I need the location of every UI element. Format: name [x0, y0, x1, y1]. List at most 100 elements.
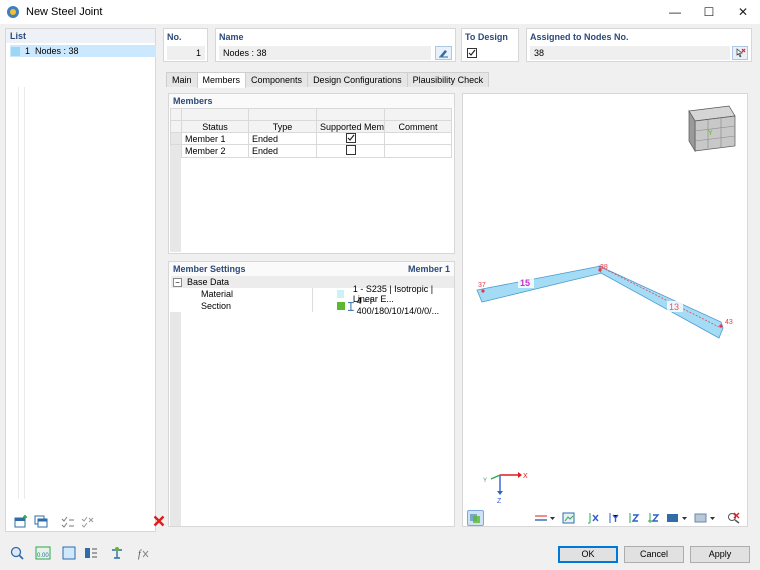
edit-name-icon[interactable]: [435, 46, 452, 60]
member-comment-cell[interactable]: [384, 144, 452, 158]
member-15-shape[interactable]: [476, 265, 603, 303]
row-header-cell: [170, 108, 182, 121]
section-color-swatch: [337, 302, 345, 310]
ok-button[interactable]: OK: [558, 546, 618, 563]
column-header-supported-member[interactable]: Supported Member: [316, 120, 385, 133]
pick-nodes-icon[interactable]: [732, 46, 748, 60]
3d-view-panel[interactable]: Y 37 38 43 15 13 X Z Y: [462, 93, 748, 527]
formula-icon[interactable]: f: [134, 545, 151, 561]
member-type-cell[interactable]: Ended: [248, 144, 317, 158]
group-cell: [181, 108, 249, 121]
group-cell: [384, 108, 452, 121]
member-status-cell: Member 2: [181, 144, 249, 158]
view-minus-z-icon[interactable]: [645, 510, 662, 526]
property-name: Section: [201, 301, 232, 311]
numbering-dropdown-icon[interactable]: [533, 510, 557, 526]
column-header-comment[interactable]: Comment: [384, 120, 452, 133]
member-13-shape[interactable]: [598, 265, 724, 339]
check-all-icon[interactable]: [59, 513, 76, 529]
column-header-type[interactable]: Type: [248, 120, 317, 133]
y-axis-label: Y: [483, 478, 487, 484]
tab-members[interactable]: Members: [196, 72, 247, 88]
column-header-status[interactable]: Status: [181, 120, 249, 133]
minimize-button[interactable]: —: [658, 0, 692, 24]
table-row[interactable]: Member 1 Ended: [170, 132, 452, 145]
supported-member-checkbox[interactable]: [345, 145, 356, 155]
property-name: Material: [201, 289, 234, 299]
render-mode-icon[interactable]: [560, 510, 577, 526]
units-icon[interactable]: 0.00: [34, 545, 51, 561]
list-guide-line: [24, 87, 25, 499]
list-item[interactable]: 1 Nodes : 38: [10, 45, 156, 57]
node-marker[interactable]: [719, 324, 723, 328]
window-title: New Steel Joint: [26, 6, 103, 18]
new-item-icon[interactable]: [12, 513, 29, 529]
member-settings-title: Member Settings: [173, 264, 246, 274]
name-input[interactable]: Nodes : 38: [219, 46, 431, 60]
maximize-button[interactable]: ☐: [692, 0, 726, 24]
supported-member-checkbox[interactable]: [345, 133, 356, 143]
view-plus-z-icon[interactable]: [625, 510, 642, 526]
member-type-cell[interactable]: Ended: [248, 132, 317, 145]
model-icon[interactable]: [108, 545, 125, 561]
name-field-box: Name Nodes : 38: [215, 28, 456, 62]
section-value: 4 - I 400/180/10/14/0/0/...: [356, 296, 440, 316]
z-axis-label: Z: [497, 498, 502, 505]
reset-view-icon[interactable]: [725, 510, 742, 526]
assigned-nodes-input[interactable]: 38: [530, 46, 730, 60]
3d-model-canvas[interactable]: Y 37 38 43 15 13 X Z Y: [463, 94, 747, 506]
column-separator: [312, 300, 313, 312]
units-icon-text: 0.00: [37, 553, 49, 559]
i-section-icon: [347, 301, 354, 311]
group-cell: [248, 108, 317, 121]
section-value-cell[interactable]: 4 - I 400/180/10/14/0/0/...: [337, 296, 454, 316]
list-item-color-swatch: [11, 46, 20, 56]
members-table: Status Type Supported Member Comment Mem…: [170, 108, 452, 158]
member-settings-panel: Member Settings Member 1 − Base Data Mat…: [168, 261, 455, 527]
tab-design-configurations[interactable]: Design Configurations: [307, 72, 408, 87]
view-minus-y-icon[interactable]: [605, 510, 622, 526]
assigned-nodes-field-box: Assigned to Nodes No. 38: [526, 28, 752, 62]
to-design-field-box: To Design: [461, 28, 519, 62]
color-box-icon[interactable]: [60, 545, 77, 561]
visibility-dropdown-icon[interactable]: [693, 510, 719, 526]
display-settings-icon[interactable]: [82, 545, 99, 561]
name-label: Name: [219, 32, 244, 42]
to-design-checkbox[interactable]: [467, 48, 477, 58]
member-label-15: 15: [520, 278, 530, 288]
row-header-cell[interactable]: [170, 132, 182, 145]
apply-button[interactable]: Apply: [690, 546, 750, 563]
supported-member-cell: [316, 132, 385, 145]
tab-plausibility-check[interactable]: Plausibility Check: [406, 72, 490, 87]
list-guide-line: [18, 87, 19, 499]
tree-left-strip: [170, 312, 181, 526]
tab-bar: Main Members Components Design Configura…: [166, 72, 490, 88]
supported-member-cell: [316, 144, 385, 158]
close-window-button[interactable]: ✕: [726, 0, 760, 24]
member-comment-cell[interactable]: [384, 132, 452, 145]
view-cube-icon[interactable]: Y: [688, 105, 736, 153]
delete-icon[interactable]: [150, 513, 167, 529]
node-marker[interactable]: [481, 289, 485, 293]
list-panel: List 1 Nodes : 38: [5, 28, 164, 532]
group-cell: [316, 108, 385, 121]
view-mode-dropdown-icon[interactable]: [665, 510, 691, 526]
collapse-icon[interactable]: −: [173, 277, 182, 287]
view-toolbar: [463, 509, 747, 527]
node-label-43: 43: [725, 319, 733, 326]
tab-main[interactable]: Main: [166, 72, 198, 87]
member-settings-header: Member Settings Member 1: [169, 262, 454, 276]
column-separator: [312, 288, 313, 300]
copy-item-icon[interactable]: [32, 513, 49, 529]
table-row[interactable]: Member 2 Ended: [170, 144, 452, 158]
tree-row-section[interactable]: Section 4 - I 400/180/10/14/0/0/...: [171, 296, 454, 316]
list-item-number: 1: [25, 46, 31, 56]
list-header: List: [6, 29, 155, 43]
uncheck-all-icon[interactable]: [79, 513, 96, 529]
search-icon[interactable]: [8, 545, 25, 561]
cancel-button[interactable]: Cancel: [624, 546, 684, 563]
display-model-icon[interactable]: [467, 510, 484, 526]
view-plus-x-icon[interactable]: [585, 510, 602, 526]
tab-components[interactable]: Components: [245, 72, 309, 87]
member-label-13: 13: [669, 302, 679, 312]
